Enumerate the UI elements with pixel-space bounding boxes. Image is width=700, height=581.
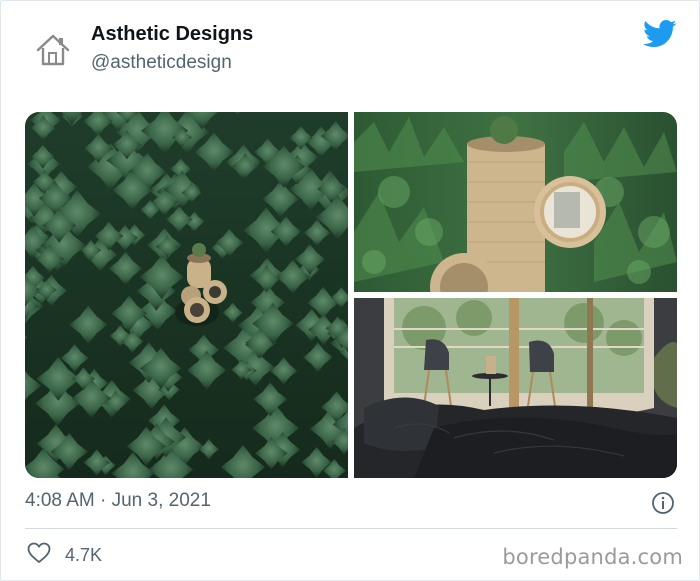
twitter-bird-icon[interactable] — [643, 19, 677, 49]
like-button[interactable]: 4.7K — [27, 542, 102, 568]
info-circle-icon[interactable] — [651, 491, 675, 515]
author-handle[interactable]: @astheticdesign — [91, 52, 232, 74]
tweet-divider — [25, 528, 677, 529]
tweet-media-grid — [25, 112, 677, 478]
tweet-header: Asthetic Designs @astheticdesign — [1, 1, 699, 101]
treehouse-closeup-photo[interactable] — [354, 112, 677, 292]
house-icon[interactable] — [32, 29, 74, 71]
like-count: 4.7K — [65, 544, 103, 565]
author-name[interactable]: Asthetic Designs — [91, 23, 253, 46]
heart-outline-icon — [27, 542, 51, 569]
tweet-card: Asthetic Designs @astheticdesign 4:08 AM… — [0, 0, 700, 581]
tweet-timestamp[interactable]: 4:08 AM · Jun 3, 2021 — [25, 490, 211, 512]
treehouse-bedroom-interior-photo[interactable] — [354, 298, 677, 478]
watermark: boredpanda.com — [502, 545, 683, 569]
forest-treehouse-aerial-photo[interactable] — [25, 112, 348, 478]
